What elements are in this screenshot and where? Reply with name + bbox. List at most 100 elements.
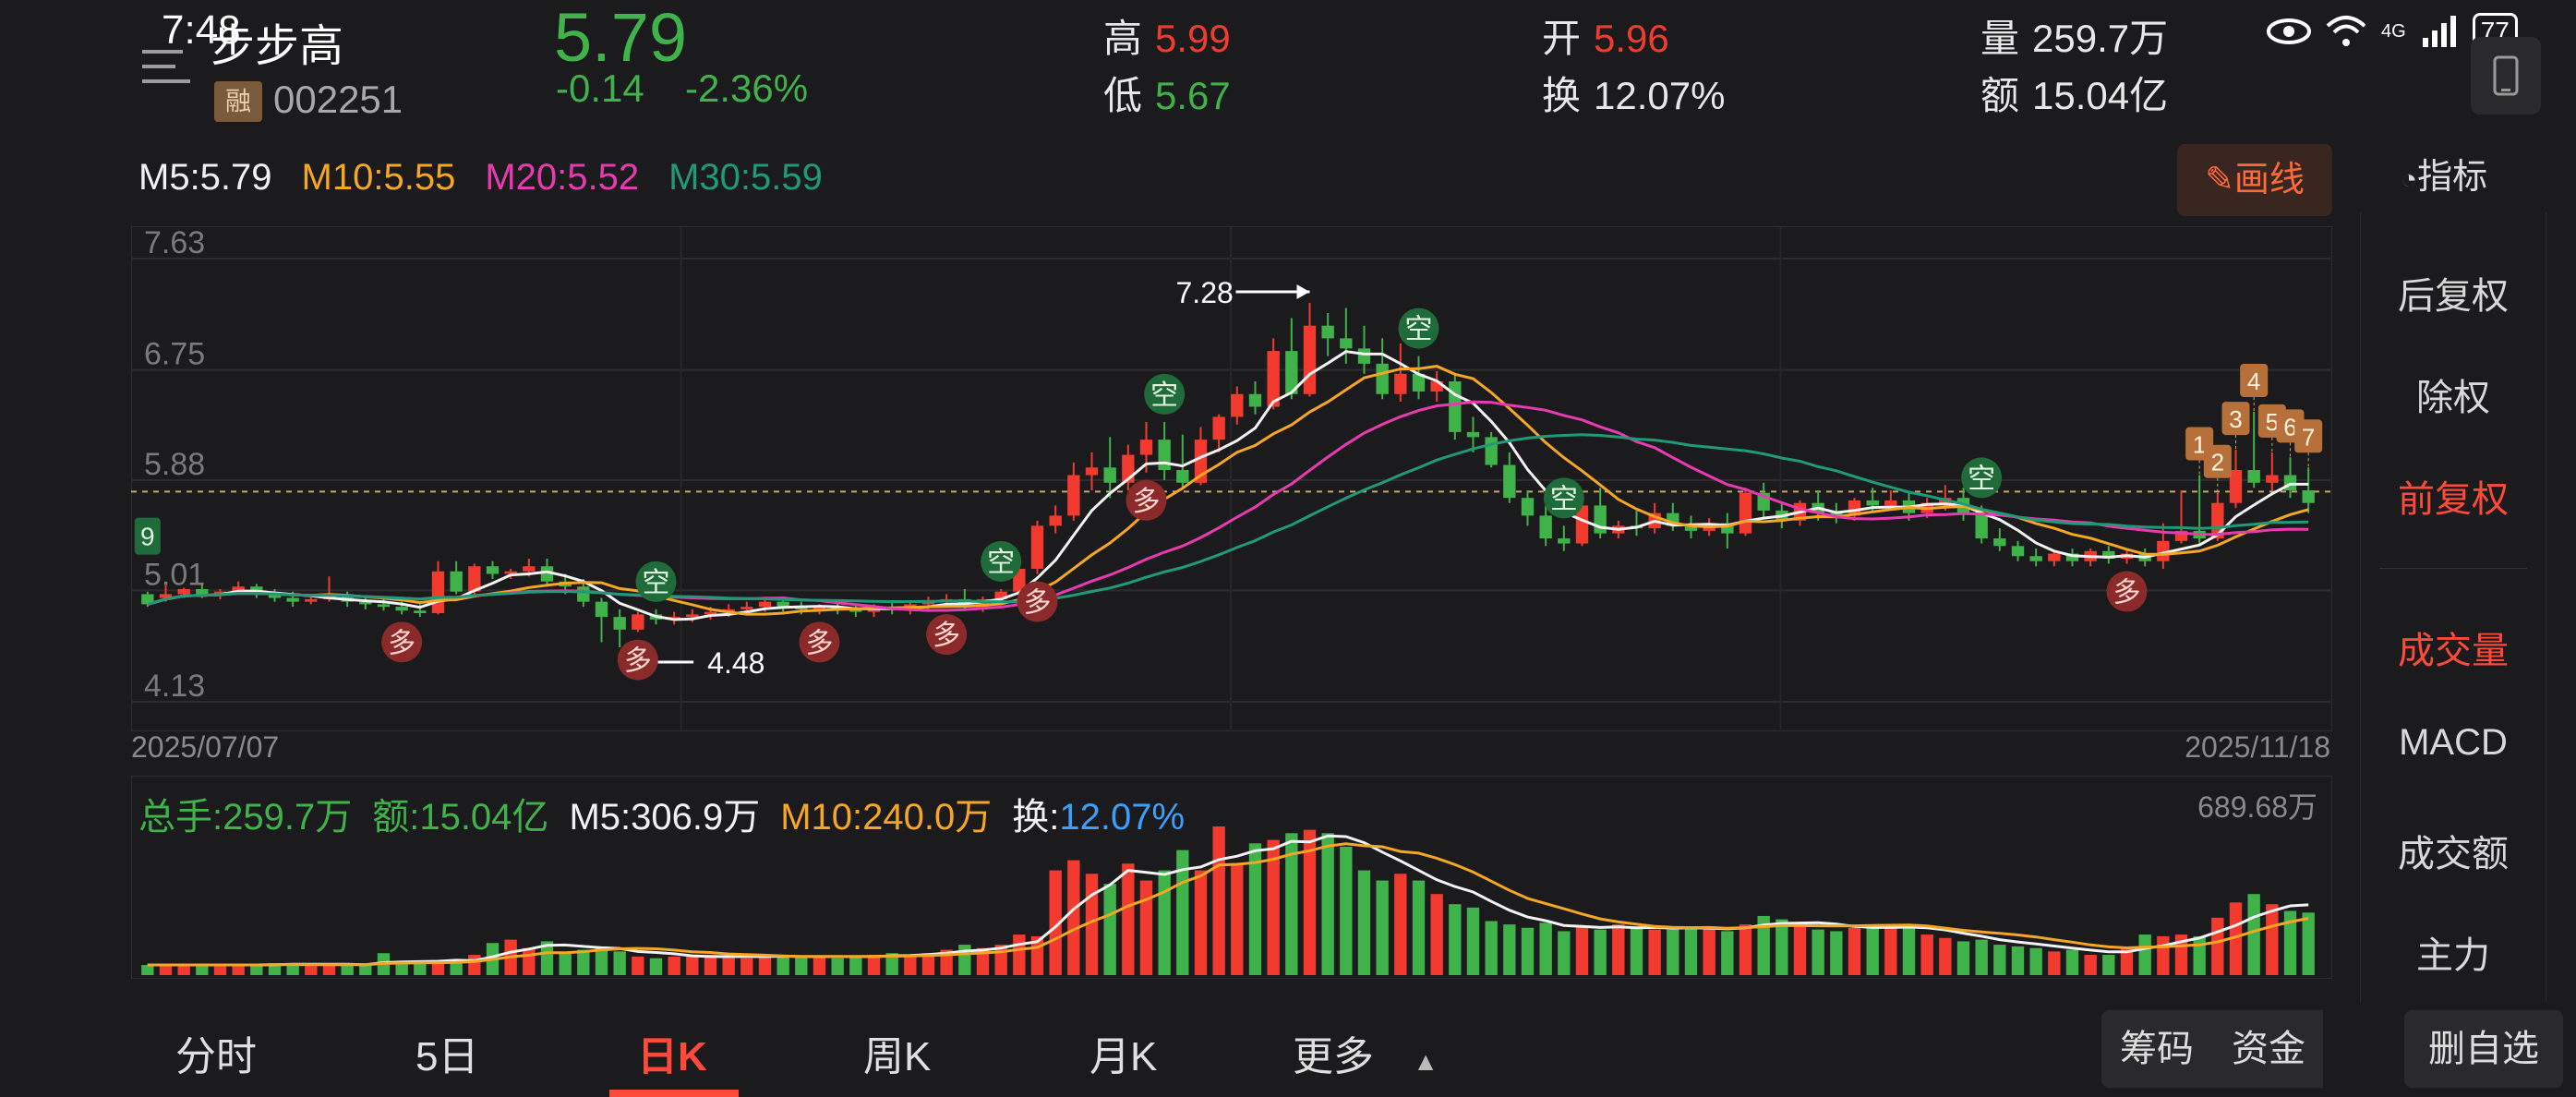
volume-bar xyxy=(2302,912,2315,975)
rp-item-main[interactable]: 主力 xyxy=(2361,925,2546,979)
candle-body xyxy=(758,601,772,608)
tab-weekly-k[interactable]: 周K xyxy=(863,1023,931,1082)
signal-kong: 空 xyxy=(1150,380,1178,412)
volume-bar xyxy=(1630,927,1643,975)
y-tick-label: 7.63 xyxy=(144,225,205,260)
tab-5day[interactable]: 5日 xyxy=(415,1023,478,1082)
volume-bar xyxy=(250,965,263,975)
volume-bar xyxy=(649,958,663,975)
candle-body xyxy=(486,566,500,574)
volume-bar xyxy=(1793,924,1807,975)
volume-bar xyxy=(1103,884,1116,975)
tab-intraday[interactable]: 分时 xyxy=(175,1023,257,1082)
signal-duo: 多 xyxy=(1024,586,1052,619)
volume-bar xyxy=(1558,931,1571,975)
volume-bar xyxy=(2193,935,2206,975)
candle-body xyxy=(1303,325,1317,394)
counter-label: 2 xyxy=(2211,449,2224,476)
volume-bar xyxy=(1521,927,1535,975)
candle-body xyxy=(1449,381,1462,432)
volume-bar xyxy=(559,953,572,975)
candle-body xyxy=(1376,363,1389,394)
volume-bar xyxy=(1739,924,1752,975)
candle-body xyxy=(1485,437,1498,465)
volume-bar xyxy=(1594,929,1607,975)
volume-bar xyxy=(2029,947,2042,975)
rp-item-amount[interactable]: 成交额 xyxy=(2361,824,2546,877)
candle-body xyxy=(305,598,318,602)
candle-body xyxy=(2266,475,2279,483)
rp-item-hfq[interactable]: 后复权 xyxy=(2361,266,2546,319)
volume-bar xyxy=(1485,921,1498,975)
tab-more[interactable]: 更多 ▲ xyxy=(1293,1023,1438,1082)
candle-body xyxy=(2247,470,2260,483)
rp-item-volume[interactable]: 成交量 xyxy=(2361,621,2546,674)
signal-kong: 空 xyxy=(1405,314,1433,346)
candle-body xyxy=(2011,546,2025,557)
volume-bar xyxy=(2266,904,2279,975)
volume-bar xyxy=(1340,846,1353,975)
rp-item-cq[interactable]: 除权 xyxy=(2361,368,2546,421)
y-tick-label: 5.01 xyxy=(144,557,205,592)
volume-max-label: 689.68万 xyxy=(2197,790,2317,824)
volume-bar xyxy=(1902,927,1916,975)
volume-bar xyxy=(2084,955,2097,975)
volume-bar xyxy=(2048,951,2061,975)
high-arrow-head xyxy=(1296,284,1310,299)
candle-body xyxy=(1993,538,2006,547)
signal-duo: 多 xyxy=(1133,486,1161,518)
volume-bar xyxy=(1194,870,1208,975)
volume-bar xyxy=(1667,929,1679,975)
volume-bar xyxy=(1430,894,1443,975)
volume-bar xyxy=(213,965,227,975)
candle-body xyxy=(1321,325,1334,339)
volume-bar xyxy=(359,965,372,975)
volume-bar xyxy=(1939,937,1952,975)
candle-body xyxy=(1357,348,1371,364)
candle-body xyxy=(1103,467,1116,483)
candle-body xyxy=(395,607,408,611)
rp-item-macd[interactable]: MACD xyxy=(2361,722,2546,764)
candle-body xyxy=(1212,416,1225,440)
remove-watchlist-button[interactable]: 删自选 xyxy=(2404,1010,2563,1088)
volume-bar xyxy=(668,956,680,975)
candle-body xyxy=(1176,470,1189,483)
candle-body xyxy=(1030,525,1044,569)
volume-bar xyxy=(1884,924,1897,975)
candle-body xyxy=(595,601,608,618)
candle-body xyxy=(1049,515,1062,526)
funds-button[interactable]: 资金 xyxy=(2214,1010,2323,1088)
tab-monthly-k[interactable]: 月K xyxy=(1089,1023,1157,1082)
candle-body xyxy=(1521,498,1535,516)
candle-body xyxy=(523,566,536,572)
right-panel: 后复权 除权 前复权 成交量 MACD 成交额 主力 xyxy=(2360,212,2546,1002)
candle-body xyxy=(686,614,699,618)
volume-bar xyxy=(1648,929,1661,975)
volume-bar xyxy=(468,955,481,975)
volume-bar xyxy=(1776,919,1788,975)
volume-bar xyxy=(1231,863,1244,975)
volume-bar xyxy=(722,956,735,975)
rp-separator xyxy=(2379,568,2527,569)
volume-bar xyxy=(632,956,644,975)
counter-label: 4 xyxy=(2247,368,2260,395)
signal-kong: 空 xyxy=(1968,463,1995,495)
chips-label[interactable]: 筹码 xyxy=(2101,1010,2212,1088)
volume-bar xyxy=(1503,924,1516,975)
tab-daily-k[interactable]: 日K xyxy=(637,1023,707,1082)
counter-label: 3 xyxy=(2229,405,2242,433)
volume-bar xyxy=(177,965,190,975)
candle-body xyxy=(1866,500,1879,506)
candle-body xyxy=(286,597,299,602)
volume-bar xyxy=(1122,863,1135,975)
candle-body xyxy=(1394,373,1407,394)
volume-bar xyxy=(2065,949,2079,975)
volume-bar xyxy=(1848,927,1861,975)
volume-bar xyxy=(1975,939,1988,975)
volume-bar xyxy=(1139,880,1153,975)
rp-item-qfq[interactable]: 前复权 xyxy=(2361,469,2546,523)
volume-bar xyxy=(414,963,427,975)
candle-body xyxy=(632,614,644,630)
candle-body xyxy=(1139,440,1153,455)
counter-label: 7 xyxy=(2302,423,2315,451)
